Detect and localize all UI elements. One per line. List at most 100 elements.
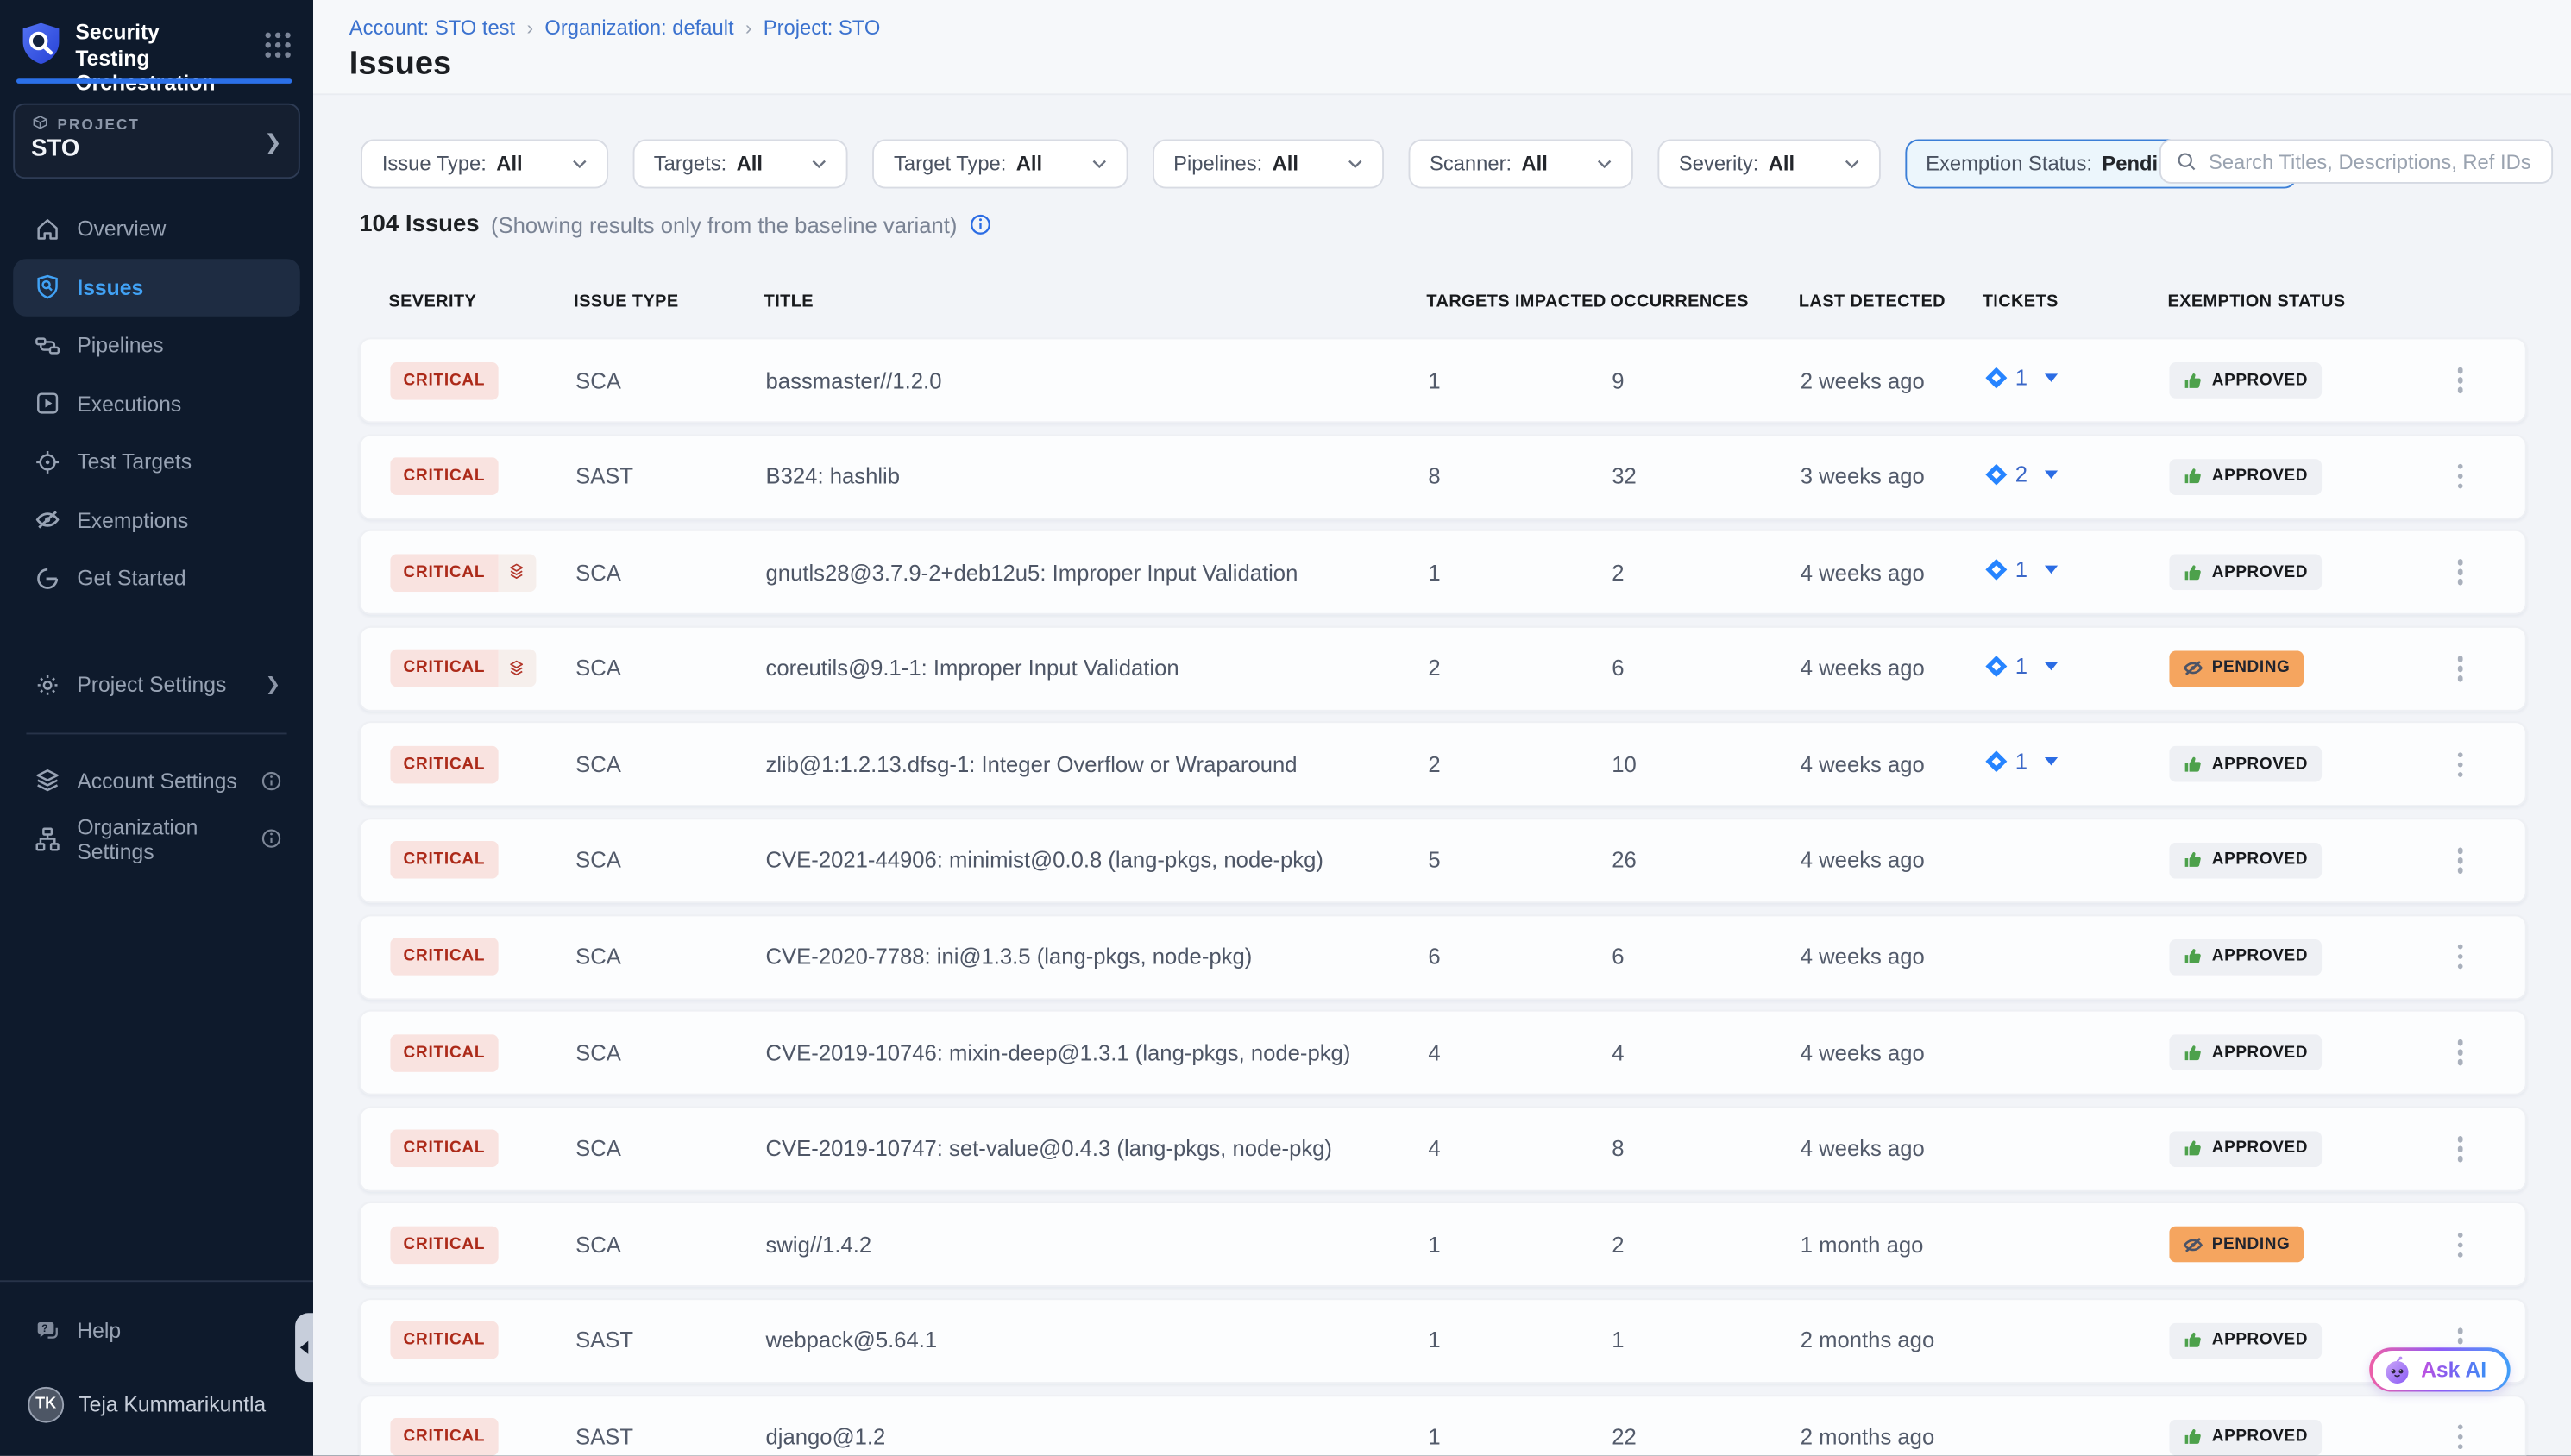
severity-cell: CRITICAL <box>390 745 575 783</box>
collapse-arrow-icon <box>300 1341 309 1354</box>
ticket-chip[interactable]: 1 <box>1984 366 2058 391</box>
project-selector[interactable]: PROJECT STO ❯ <box>13 104 300 179</box>
severity-badge: CRITICAL <box>390 457 498 495</box>
thumbs-up-icon <box>2183 754 2204 775</box>
severity-badge: CRITICAL <box>390 554 536 592</box>
table-row[interactable]: CRITICALSCAbassmaster//1.2.0192 weeks ag… <box>359 338 2526 424</box>
severity-badge-label: CRITICAL <box>390 1226 498 1264</box>
exemption-status-badge: APPROVED <box>2169 555 2321 591</box>
eye-off-icon <box>2183 1234 2204 1256</box>
occurrences-cell: 6 <box>1612 945 1801 970</box>
table-row[interactable]: CRITICALSCAcoreutils@9.1-1: Improper Inp… <box>359 626 2526 712</box>
table-row[interactable]: CRITICALSCAswig//1.4.2121 month agoPENDI… <box>359 1202 2526 1288</box>
filter-bar: Issue Type:All Targets:All Target Type:All… <box>361 140 2571 189</box>
issue-type-cell: SCA <box>575 1137 765 1162</box>
row-menu-button[interactable] <box>2396 531 2525 613</box>
cube-icon <box>31 115 49 133</box>
sidebar-item-issues[interactable]: Issues <box>13 258 300 316</box>
search-input[interactable] <box>2209 150 2536 173</box>
table-row[interactable]: CRITICALSCAgnutls28@3.7.9-2+deb12u5: Imp… <box>359 530 2526 615</box>
sidebar-collapse-handle[interactable] <box>295 1313 313 1382</box>
last-detected-cell: 2 weeks ago <box>1801 368 1984 393</box>
last-detected-cell: 4 weeks ago <box>1801 1040 1984 1065</box>
severity-badge: CRITICAL <box>390 938 498 976</box>
row-menu-button[interactable] <box>2396 436 2525 518</box>
project-name: STO <box>31 136 282 162</box>
exemption-status-label: APPROVED <box>2212 1428 2308 1446</box>
breadcrumb-account-link[interactable]: Account: STO test <box>349 16 515 40</box>
table-row[interactable]: CRITICAL SCACVE-2019-10747: set-value@0.4… <box>359 1106 2526 1191</box>
filter-issue-type[interactable]: Issue Type:All <box>361 140 607 189</box>
row-menu-button[interactable] <box>2396 1204 2525 1286</box>
sidebar-footer: ? Help TK Teja Kummarikuntla <box>0 1280 313 1455</box>
row-menu-button[interactable] <box>2396 1108 2525 1189</box>
filter-scanner[interactable]: Scanner:All <box>1408 140 1632 189</box>
ticket-chip[interactable]: 2 <box>1984 461 2058 486</box>
module-grid-icon[interactable] <box>264 31 292 59</box>
ticket-chip[interactable]: 1 <box>1984 654 2058 679</box>
table-row[interactable]: CRITICALSASTB324: hashlib8323 weeks ago2… <box>359 434 2526 519</box>
exemption-status-label: APPROVED <box>2212 948 2308 966</box>
row-menu-button[interactable] <box>2396 1012 2525 1094</box>
issue-type-cell: SAST <box>575 464 765 489</box>
exemption-status-badge: APPROVED <box>2169 1419 2321 1455</box>
ticket-chip[interactable]: 1 <box>1984 558 2058 583</box>
exemption-status-badge: APPROVED <box>2169 362 2321 399</box>
info-icon[interactable] <box>969 213 992 236</box>
exemption-status-label: APPROVED <box>2212 1044 2308 1062</box>
table-row[interactable]: CRITICALSASTwebpack@5.64.1112 months ago… <box>359 1298 2526 1384</box>
filter-label: Scanner: <box>1430 153 1512 176</box>
sidebar-item-pipelines[interactable]: Pipelines <box>13 317 300 374</box>
gear-icon <box>35 672 60 698</box>
sidebar-item-overview[interactable]: Overview <box>13 200 300 258</box>
severity-cell: CRITICAL <box>390 1226 575 1264</box>
chevron-down-icon <box>1577 159 1612 168</box>
sidebar-item-project-settings[interactable]: Project Settings ❯ <box>13 656 300 713</box>
row-menu-button[interactable] <box>2396 916 2525 998</box>
breadcrumb-project-link[interactable]: Project: STO <box>764 16 881 40</box>
app-logo-shield-icon <box>20 22 62 67</box>
ticket-count: 2 <box>2015 461 2027 486</box>
severity-badge-label: CRITICAL <box>390 361 498 399</box>
row-menu-button[interactable] <box>2396 627 2525 709</box>
ticket-dropdown-icon <box>2044 373 2057 382</box>
severity-badge: CRITICAL <box>390 1130 498 1168</box>
sidebar-item-organization-settings[interactable]: Organization Settings <box>13 810 300 868</box>
row-menu-button[interactable] <box>2396 1396 2525 1455</box>
get-started-icon <box>35 565 60 591</box>
filter-pipelines[interactable]: Pipelines:All <box>1152 140 1383 189</box>
ask-ai-button[interactable]: Ask AI <box>2369 1347 2510 1391</box>
table-row[interactable]: CRITICALSCACVE-2021-44906: minimist@0.0.… <box>359 818 2526 903</box>
table-row[interactable]: CRITICALSCACVE-2019-10746: mixin-deep@1.… <box>359 1010 2526 1095</box>
filter-targets[interactable]: Targets:All <box>632 140 848 189</box>
issue-title: CVE-2019-10747: set-value@0.4.3 (lang-pk… <box>766 1137 1429 1162</box>
sidebar-item-get-started[interactable]: Get Started <box>13 549 300 607</box>
table-row[interactable]: CRITICALSCAzlib@1:1.2.13.dfsg-1: Integer… <box>359 722 2526 807</box>
sidebar-item-exemptions[interactable]: Exemptions <box>13 491 300 549</box>
row-menu-button[interactable] <box>2396 339 2525 421</box>
sidebar-item-account-settings[interactable]: Account Settings <box>13 751 300 809</box>
sidebar-item-executions[interactable]: Executions <box>13 374 300 432</box>
severity-badge-label: CRITICAL <box>390 745 498 783</box>
filter-label: Pipelines: <box>1173 153 1262 176</box>
issues-count-note: (Showing results only from the baseline … <box>491 212 957 237</box>
last-detected-cell: 4 weeks ago <box>1801 752 1984 777</box>
breadcrumb-organization-link[interactable]: Organization: default <box>544 16 733 40</box>
filter-severity[interactable]: Severity:All <box>1657 140 1880 189</box>
table-row[interactable]: CRITICALSCACVE-2020-7788: ini@1.3.5 (lan… <box>359 914 2526 1000</box>
filter-target-type[interactable]: Target Type:All <box>872 140 1128 189</box>
sidebar: Security Testing Orchestration PROJECT S… <box>0 0 313 1456</box>
sidebar-item-test-targets[interactable]: Test Targets <box>13 433 300 491</box>
row-menu-button[interactable] <box>2396 724 2525 806</box>
jira-ticket-icon <box>1984 654 2009 679</box>
ticket-chip[interactable]: 1 <box>1984 750 2058 775</box>
help-button[interactable]: ? Help <box>13 1302 275 1359</box>
user-menu[interactable]: TK Teja Kummarikuntla <box>13 1376 300 1434</box>
column-header-exemption-status: EXEMPTION STATUS <box>2167 292 2393 311</box>
exemption-status-badge: PENDING <box>2169 650 2303 687</box>
occurrences-cell: 8 <box>1612 1137 1801 1162</box>
targets-impacted-cell: 4 <box>1428 1040 1612 1065</box>
table-row[interactable]: CRITICALSASTdjango@1.21222 months agoAPP… <box>359 1394 2526 1455</box>
ticket-dropdown-icon <box>2044 566 2057 574</box>
row-menu-button[interactable] <box>2396 819 2525 901</box>
